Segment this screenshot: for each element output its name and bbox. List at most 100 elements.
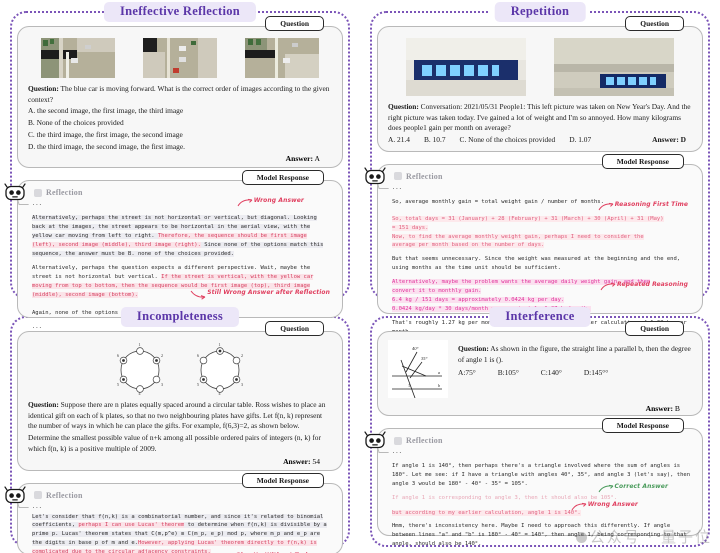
choice-b[interactable]: B. None of the choices provided — [28, 118, 332, 129]
choice-a[interactable]: A. the second image, the first image, th… — [28, 106, 332, 117]
choices-row: A. 21.4 B. 10.7 C. None of the choices p… — [388, 135, 692, 146]
svg-text:3: 3 — [161, 382, 163, 387]
reflection-header: Reflection — [394, 436, 694, 445]
annotation-text: Wrong Answer — [587, 501, 638, 508]
annotation-text: Repeated Reasoning — [617, 280, 688, 288]
robot-icon — [364, 431, 386, 449]
svg-text:3: 3 — [241, 382, 243, 387]
question-tab[interactable]: Question — [625, 321, 684, 336]
choice-b[interactable]: B. 10.7 — [424, 135, 446, 146]
plates-diagram-1: 1 2 3 4 5 6 — [117, 342, 163, 396]
question-card: Question — [377, 16, 703, 152]
panel-title-interference: Interference — [489, 307, 591, 327]
choice-d[interactable]: D. the third image, the second image, th… — [28, 142, 332, 153]
svg-text:35°: 35° — [421, 356, 428, 361]
model-response-tab[interactable]: Model Response — [241, 170, 324, 186]
response-highlight-block-1: So, total days = 31 (January) + 28 (Febr… — [392, 215, 692, 251]
question-tab[interactable]: Question — [265, 321, 324, 336]
question-text-block: Question: As shown in the figure, the st… — [456, 338, 694, 380]
answer-value: A — [314, 154, 320, 164]
reflection-checkbox-icon — [34, 188, 42, 197]
question-label: Question: — [458, 344, 489, 353]
model-response-card: Model Response Reflection ... If angle 1… — [364, 418, 703, 547]
answer-label: Answer: — [283, 456, 311, 466]
reflection-header: Reflection — [394, 172, 694, 181]
panel-incompleteness: Incompleteness Question 123 456 1 2 3 4 … — [0, 305, 360, 553]
question-text: The blue car is moving forward. What is … — [28, 84, 330, 104]
question-body: Question: Conversation: 2021/05/31 Peopl… — [386, 102, 694, 146]
question-prompt: Question: As shown in the figure, the st… — [458, 344, 692, 365]
robot-icon — [364, 167, 386, 185]
hl2-line2: convert it to monthly gain. — [392, 288, 482, 295]
question-label: Question: — [28, 84, 59, 93]
answer-label: Answer: — [285, 154, 314, 164]
ellipsis-top: ... — [392, 184, 402, 191]
panel-repetition: Repetition Question Question: Conversati… — [360, 0, 720, 349]
answer-label: Answer: — [652, 135, 679, 145]
ellipsis-top: ... — [392, 449, 402, 455]
svg-text:5: 5 — [197, 382, 199, 387]
geometry-figure: 40° 35° a b 1 — [388, 340, 448, 399]
figure-root: Ineffective Reflection Question Question… — [0, 0, 720, 553]
parallel-lines-diagram: 40° 35° a b 1 — [388, 340, 448, 399]
choice-a[interactable]: A:75° — [458, 368, 476, 379]
panel-title-incompleteness: Incompleteness — [120, 307, 240, 327]
choice-d[interactable]: D:145°° — [584, 368, 608, 379]
reflection-header: Reflection — [34, 491, 334, 500]
model-response-card: Model Response Reflection Wrong Answer .… — [4, 170, 343, 330]
annotation-wrong-answer: Wrong Answer — [571, 500, 638, 511]
hl1-line1: So, total days = 31 (January) + 28 (Febr… — [392, 215, 664, 222]
choice-a[interactable]: A. 21.4 — [388, 135, 410, 146]
question-tab[interactable]: Question — [625, 16, 684, 31]
street-image-3 — [245, 38, 319, 78]
question-images — [390, 38, 690, 96]
answer-inline: Answer: D — [652, 135, 692, 146]
svg-text:2: 2 — [161, 353, 163, 358]
answer-row: Answer: A — [26, 154, 334, 163]
svg-text:5: 5 — [117, 382, 119, 387]
reflection-label: Reflection — [406, 171, 443, 181]
robot-icon — [4, 183, 26, 201]
model-response-tab[interactable]: Model Response — [601, 153, 684, 169]
ellipsis-top: ... — [32, 503, 42, 510]
street-image-2 — [143, 38, 217, 78]
svg-text:1: 1 — [139, 342, 141, 347]
plates-diagram-2: 1 2 3 4 5 6 — [197, 342, 243, 396]
svg-text:1: 1 — [219, 342, 221, 347]
model-response-text: ... Let's consider that f(n,k) is a comb… — [26, 503, 334, 553]
annotation-text: Correct Answer — [614, 483, 668, 490]
annotation-wrong-answer: Wrong Answer — [237, 196, 304, 207]
answer-label: Answer: — [645, 404, 674, 413]
question-prompt: Question: Conversation: 2021/05/31 Peopl… — [388, 102, 692, 134]
panel-title-repetition: Repetition — [494, 2, 586, 22]
question-text: Conversation: 2021/05/31 People1: This l… — [388, 102, 691, 133]
hl1-line3: Now, to find the average monthly weight … — [392, 233, 644, 240]
svg-text:1: 1 — [408, 383, 410, 388]
choice-b[interactable]: B:105° — [498, 368, 519, 379]
response-seg-highlight-1: perhaps I can use Lucas' theorem — [78, 522, 185, 529]
annotation-text: Wrong Answer — [253, 197, 304, 205]
answer-value: 54 — [312, 456, 320, 466]
reflection-checkbox-icon — [34, 491, 42, 500]
response-paragraph-1: Let's consider that f(n,k) is a combinat… — [32, 513, 332, 553]
response-paragraph-1: Alternatively, perhaps the street is not… — [32, 214, 332, 259]
reflection-checkbox-icon — [394, 436, 402, 445]
question-tab[interactable]: Question — [265, 16, 324, 31]
panel-title-ineffective-reflection: Ineffective Reflection — [103, 2, 257, 22]
model-response-tab[interactable]: Model Response — [241, 472, 324, 488]
answer-value: D — [680, 135, 686, 145]
question-prompt: Question: Suppose there are n plates equ… — [28, 400, 332, 432]
svg-text:2: 2 — [241, 353, 243, 358]
model-response-tab[interactable]: Model Response — [601, 418, 684, 433]
svg-text:b: b — [438, 383, 440, 388]
annotation-repeated-reasoning: Repeated Reasoning — [600, 280, 688, 291]
model-response-card: Model Response Reflection ... Let's cons… — [4, 472, 343, 553]
choice-d[interactable]: D. 1.07 — [569, 135, 591, 146]
question-body: Question: Suppose there are n plates equ… — [26, 400, 334, 455]
choice-c[interactable]: C. None of the choices provided — [460, 135, 556, 146]
question-card: Question — [17, 16, 343, 169]
panel-interference: Interference Question 40° 35° a b 1 Ques… — [360, 305, 720, 553]
choice-c[interactable]: C. the third image, the first image, the… — [28, 130, 332, 141]
choice-c[interactable]: C:140° — [541, 368, 562, 379]
scale-image-left — [406, 38, 526, 96]
